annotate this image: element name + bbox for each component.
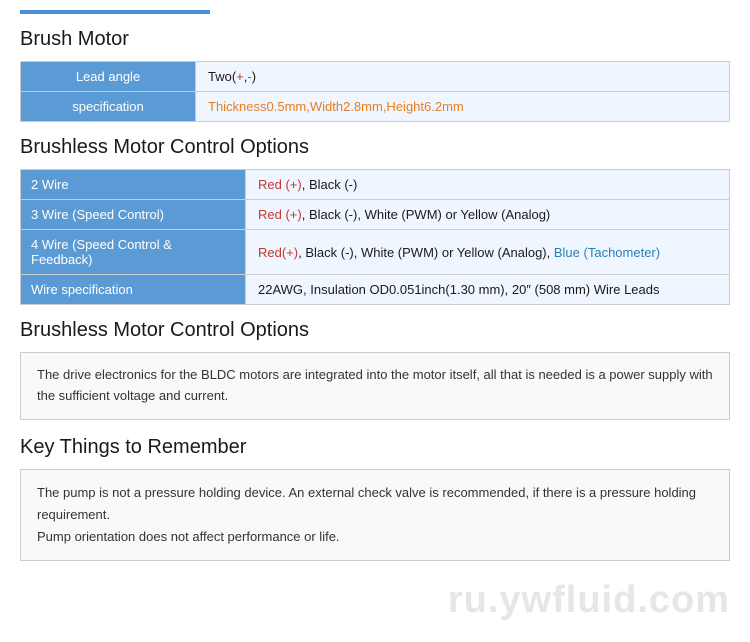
lead-angle-text: Two(+,-): [208, 69, 256, 84]
4wire-blue: Blue (Tachometer): [554, 245, 660, 260]
3wire-sep1: ,: [302, 207, 309, 222]
label-specification: specification: [21, 92, 196, 122]
brushless-options-title-1: Brushless Motor Control Options: [20, 136, 730, 159]
brushless-options-table-1: 2 Wire Red (+), Black (-) 3 Wire (Speed …: [20, 169, 730, 305]
value-2wire: Red (+), Black (-): [246, 170, 730, 200]
2wire-black: Black (-): [309, 177, 357, 192]
table-row: Lead angle Two(+,-): [21, 62, 730, 92]
brushless-description-text: The drive electronics for the BLDC motor…: [37, 367, 713, 403]
key-things-box: The pump is not a pressure holding devic…: [20, 469, 730, 561]
3wire-black: Black (-): [309, 207, 357, 222]
label-4wire: 4 Wire (Speed Control & Feedback): [21, 230, 246, 275]
key-things-line-2: Pump orientation does not affect perform…: [37, 526, 713, 548]
4wire-sep3: ,: [547, 245, 554, 260]
brush-motor-title: Brush Motor: [20, 28, 730, 51]
page-container: Brush Motor Lead angle Two(+,-) specific…: [0, 0, 750, 581]
3wire-red: Red (+): [258, 207, 302, 222]
2wire-sep: ,: [302, 177, 309, 192]
watermark: ru.ywfluid.com: [448, 579, 730, 622]
3wire-white: White (PWM) or Yellow (Analog): [365, 207, 551, 222]
table-row: 3 Wire (Speed Control) Red (+), Black (-…: [21, 200, 730, 230]
top-decorative-bar: [20, 10, 210, 14]
value-lead-angle: Two(+,-): [196, 62, 730, 92]
brush-motor-table: Lead angle Two(+,-) specification Thickn…: [20, 61, 730, 122]
4wire-sep2: ,: [354, 245, 361, 260]
key-things-line-1: The pump is not a pressure holding devic…: [37, 482, 713, 526]
value-wire-spec: 22AWG, Insulation OD0.051inch(1.30 mm), …: [246, 275, 730, 305]
brushless-options-title-2: Brushless Motor Control Options: [20, 319, 730, 342]
key-things-title: Key Things to Remember: [20, 436, 730, 459]
4wire-white: White (PWM) or Yellow (Analog): [361, 245, 547, 260]
label-lead-angle: Lead angle: [21, 62, 196, 92]
table-row: 2 Wire Red (+), Black (-): [21, 170, 730, 200]
value-4wire: Red(+), Black (-), White (PWM) or Yellow…: [246, 230, 730, 275]
wire-spec-text: 22AWG, Insulation OD0.051inch(1.30 mm), …: [258, 282, 660, 297]
2wire-red: Red (+): [258, 177, 302, 192]
value-3wire: Red (+), Black (-), White (PWM) or Yello…: [246, 200, 730, 230]
label-wire-spec: Wire specification: [21, 275, 246, 305]
label-3wire: 3 Wire (Speed Control): [21, 200, 246, 230]
brushless-description-box: The drive electronics for the BLDC motor…: [20, 352, 730, 420]
4wire-red: Red(+): [258, 245, 298, 260]
4wire-black: Black (-): [305, 245, 353, 260]
table-row: Wire specification 22AWG, Insulation OD0…: [21, 275, 730, 305]
3wire-sep2: ,: [357, 207, 364, 222]
table-row: specification Thickness0.5mm,Width2.8mm,…: [21, 92, 730, 122]
label-2wire: 2 Wire: [21, 170, 246, 200]
value-specification: Thickness0.5mm,Width2.8mm,Height6.2mm: [196, 92, 730, 122]
spec-value-text: Thickness0.5mm,Width2.8mm,Height6.2mm: [208, 99, 464, 114]
table-row: 4 Wire (Speed Control & Feedback) Red(+)…: [21, 230, 730, 275]
